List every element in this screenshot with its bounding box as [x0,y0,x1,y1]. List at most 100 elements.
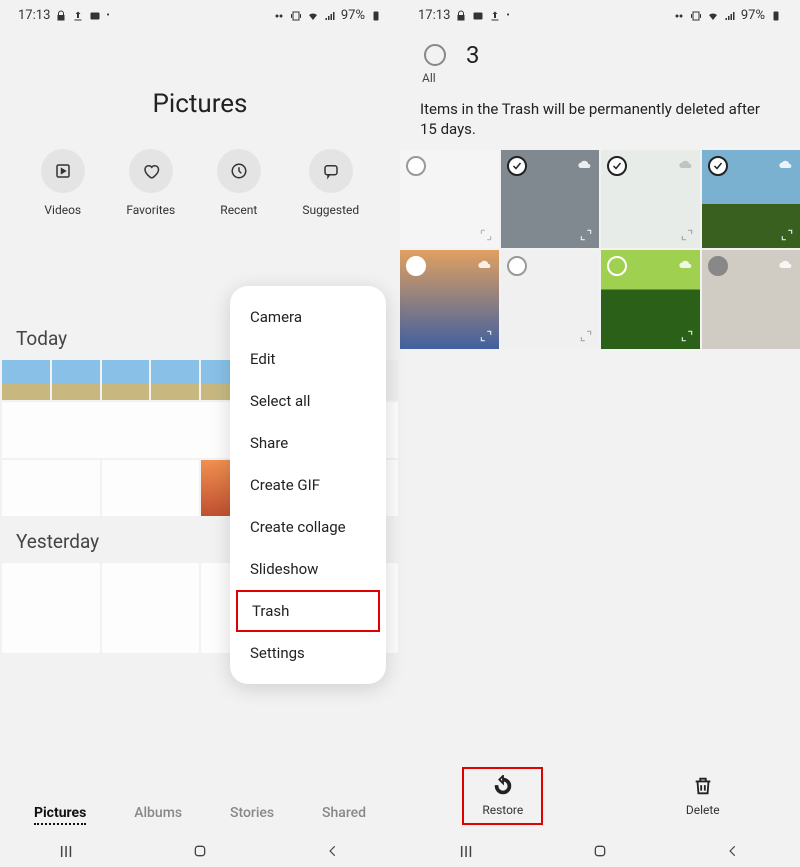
shortcut-videos[interactable]: Videos [41,149,85,217]
expand-icon [479,228,493,242]
cloud-icon [577,156,593,172]
shortcut-suggested[interactable]: Suggested [302,149,359,217]
check-icon [511,160,523,172]
trash-screen: 17:13 • 97% 3 All Items in the Trash wil… [400,0,800,867]
shortcut-favorites[interactable]: Favorites [126,149,175,217]
signal-icon [324,10,336,22]
bottom-actions: Restore Delete [400,759,800,835]
menu-share[interactable]: Share [230,422,386,464]
menu-create-collage[interactable]: Create collage [230,506,386,548]
restore-button[interactable]: Restore [462,767,543,825]
wifi-icon [307,10,319,22]
menu-select-all[interactable]: Select all [230,380,386,422]
recents-button[interactable]: III [459,842,472,861]
item-checkbox[interactable] [406,156,426,176]
android-nav: III [0,835,400,867]
delete-button[interactable]: Delete [668,769,738,823]
trash-grid [400,150,800,349]
menu-settings[interactable]: Settings [230,632,386,674]
home-button[interactable] [192,843,208,859]
expand-icon [780,228,794,242]
tab-shared[interactable]: Shared [322,805,366,825]
trash-item[interactable] [400,250,499,349]
trash-message: Items in the Trash will be permanently d… [400,85,800,150]
check-icon [611,160,623,172]
item-checkbox-checked[interactable] [607,156,627,176]
cloud-icon [678,256,694,272]
expand-icon [579,329,593,343]
expand-icon [680,329,694,343]
trash-item[interactable] [400,150,499,249]
vibrate-icon [290,10,302,22]
item-checkbox[interactable] [406,256,426,276]
trash-item[interactable] [601,150,700,249]
vpn-icon [273,10,285,22]
status-battery: 97% [741,8,765,23]
item-checkbox[interactable] [607,256,627,276]
wifi-icon [707,10,719,22]
gallery-screen: 17:13 • 97% Pictures Videos Favori [0,0,400,867]
status-time: 17:13 [18,8,50,23]
expand-icon [680,228,694,242]
shortcut-recent[interactable]: Recent [217,149,261,217]
cloud-icon [778,256,794,272]
image-icon [89,10,101,22]
image-icon [472,10,484,22]
back-button[interactable] [726,844,740,858]
trash-item[interactable] [601,250,700,349]
upload-icon [489,10,501,22]
home-button[interactable] [592,843,608,859]
menu-camera[interactable]: Camera [230,296,386,338]
shortcut-row: Videos Favorites Recent Suggested [0,149,400,217]
tab-albums[interactable]: Albums [134,805,182,825]
status-time: 17:13 [418,8,450,23]
android-nav: III [400,835,800,867]
play-icon [54,162,72,180]
overflow-menu: Camera Edit Select all Share Create GIF … [230,286,386,684]
trash-item[interactable] [702,250,800,349]
expand-icon [479,329,493,343]
tab-stories[interactable]: Stories [230,805,274,825]
tab-pictures[interactable]: Pictures [34,805,86,825]
restore-icon [492,775,514,797]
status-bar: 17:13 • 97% [0,0,400,27]
selection-header: 3 [400,27,800,69]
selection-count: 3 [466,41,480,69]
clock-icon [230,162,248,180]
lock-icon [55,10,67,22]
item-checkbox-checked[interactable] [507,156,527,176]
recents-button[interactable]: III [59,842,72,861]
upload-icon [72,10,84,22]
item-checkbox-checked[interactable] [708,156,728,176]
battery-icon [770,10,782,22]
status-battery: 97% [341,8,365,23]
cloud-icon [778,156,794,172]
item-checkbox[interactable] [708,256,728,276]
page-title: Pictures [0,89,400,119]
vpn-icon [673,10,685,22]
bottom-tabs: Pictures Albums Stories Shared [0,804,400,835]
trash-icon [692,775,714,797]
menu-create-gif[interactable]: Create GIF [230,464,386,506]
status-bar: 17:13 • 97% [400,0,800,27]
item-checkbox[interactable] [507,256,527,276]
trash-item[interactable] [501,250,600,349]
check-icon [712,160,724,172]
trash-item[interactable] [702,150,800,249]
chat-icon [322,162,340,180]
expand-icon [579,228,593,242]
select-all-checkbox[interactable] [424,44,446,66]
select-all-label: All [400,69,800,85]
menu-edit[interactable]: Edit [230,338,386,380]
heart-icon [142,162,160,180]
cloud-icon [477,256,493,272]
lock-icon [455,10,467,22]
signal-icon [724,10,736,22]
battery-icon [370,10,382,22]
cloud-icon [678,156,694,172]
vibrate-icon [690,10,702,22]
menu-trash[interactable]: Trash [236,590,380,632]
back-button[interactable] [326,844,340,858]
menu-slideshow[interactable]: Slideshow [230,548,386,590]
trash-item[interactable] [501,150,600,249]
